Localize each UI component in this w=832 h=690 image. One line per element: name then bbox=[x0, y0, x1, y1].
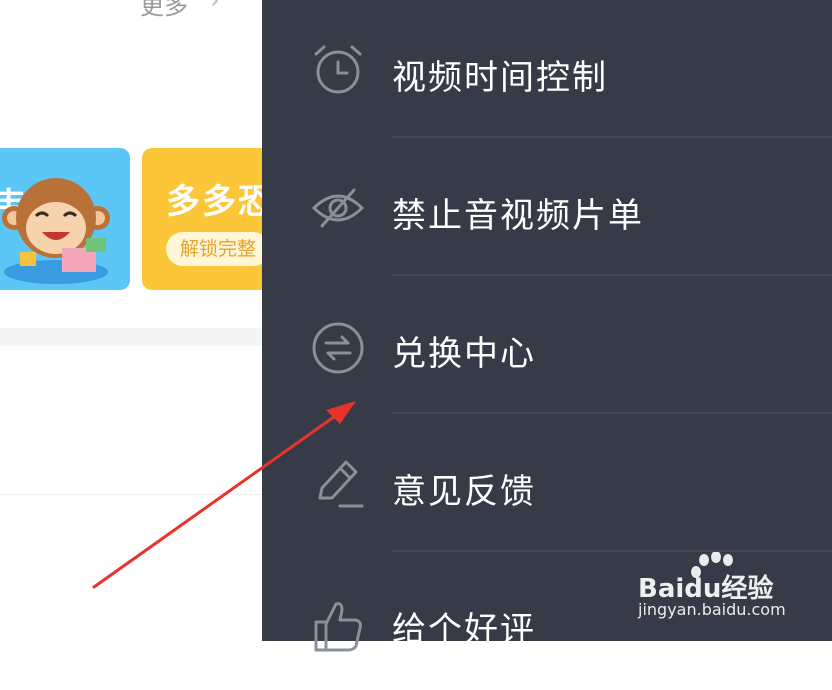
baidu-watermark: Baidu经验 jingyan.baidu.com bbox=[638, 552, 818, 622]
red-arrow-annotation bbox=[92, 401, 356, 589]
watermark-url: jingyan.baidu.com bbox=[638, 600, 786, 619]
